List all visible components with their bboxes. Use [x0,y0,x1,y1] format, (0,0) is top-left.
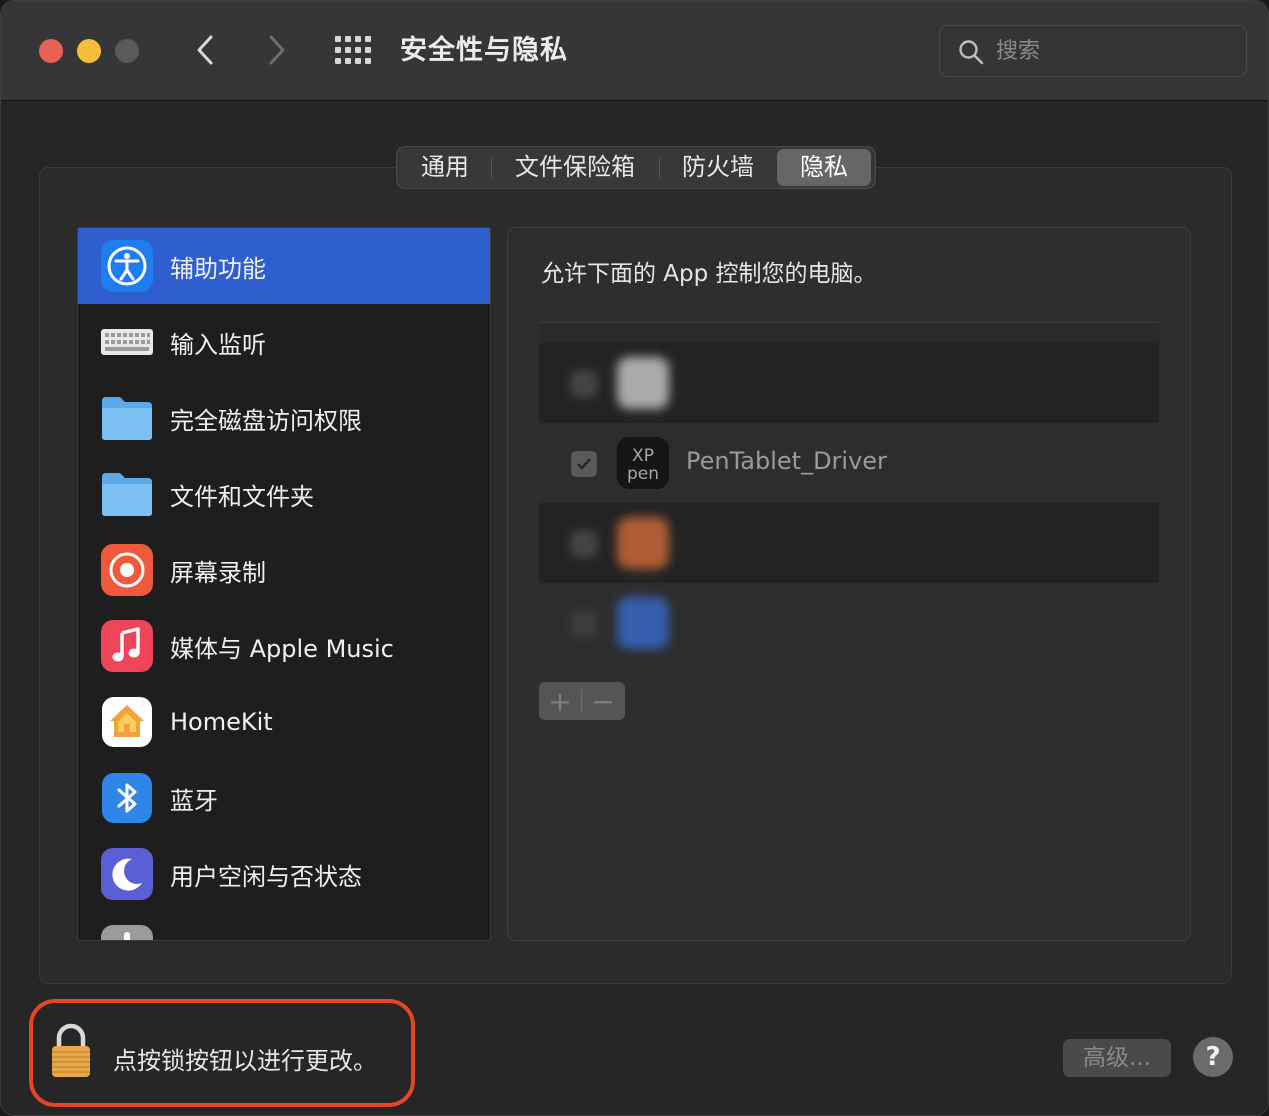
sidebar-item-full-disk-access[interactable]: 完全磁盘访问权限 [78,380,490,456]
svg-text:XP: XP [632,446,654,466]
sidebar-item-media-apple-music[interactable]: 媒体与 Apple Music [78,608,490,684]
sidebar-item-label: 用户空闲与否状态 [170,862,362,891]
search-input[interactable] [996,26,1236,76]
tab-bar: 通用 文件保险箱 防火墙 隐私 [396,146,876,189]
folder-icon [100,467,154,521]
tab-filevault[interactable]: 文件保险箱 [491,149,659,186]
checkmark-icon [577,538,591,550]
bluetooth-icon [100,771,154,825]
sidebar-item-accessibility[interactable]: 辅助功能 [78,228,490,304]
svg-text:pen: pen [627,464,659,484]
app-icon [617,597,669,649]
zoom-button[interactable] [115,39,139,63]
lock-icon [52,1023,90,1077]
grid-icon [335,36,371,64]
sidebar-item-label: 屏幕录制 [170,558,266,587]
app-icon [100,924,154,940]
tab-privacy[interactable]: 隐私 [777,149,871,186]
app-row[interactable] [539,583,1159,663]
app-name: PenTablet_Driver [686,447,887,475]
xp-pen-app-icon: XP pen [617,437,669,489]
remove-button[interactable]: − [582,682,624,720]
help-button[interactable]: ? [1193,1037,1233,1077]
app-row[interactable] [539,343,1159,423]
music-icon [100,619,154,673]
sidebar-item-user-idle[interactable]: 用户空闲与否状态 [78,836,490,912]
app-permission-pane: 允许下面的 App 控制您的电脑。 XP pen PenTablet_Drive… [507,227,1191,941]
window-title: 安全性与隐私 [400,35,568,66]
lock-message: 点按锁按钮以进行更改。 [113,1047,377,1075]
app-icon [617,357,669,409]
folder-icon [100,391,154,445]
back-button[interactable] [185,29,225,71]
sidebar-item-label: 蓝牙 [170,786,218,815]
app-row[interactable] [539,503,1159,583]
sidebar-item-label: 输入监听 [170,330,266,359]
app-checkbox[interactable] [571,451,597,477]
app-row[interactable]: XP pen PenTablet_Driver [539,423,1159,503]
app-list[interactable]: XP pen PenTablet_Driver [539,322,1159,663]
app-checkbox[interactable] [571,371,597,397]
sidebar-item-label: HomeKit [170,708,273,736]
lock-button[interactable] [49,1023,93,1079]
accessibility-icon [100,239,154,293]
app-checkbox[interactable] [571,611,597,637]
sidebar-item-bluetooth[interactable]: 蓝牙 [78,760,490,836]
preferences-window: 安全性与隐私 通用 文件保险箱 防火墙 隐私 辅助功能 [0,0,1269,1116]
homekit-icon [100,695,154,749]
add-button[interactable]: + [539,682,581,720]
close-button[interactable] [39,39,63,63]
sidebar-item-label: 辅助功能 [170,254,266,283]
add-remove-control: + − [539,682,625,720]
minimize-button[interactable] [77,39,101,63]
app-checkbox[interactable] [571,531,597,557]
title-bar: 安全性与隐私 [1,1,1268,101]
forward-button[interactable] [257,29,297,71]
tab-general[interactable]: 通用 [399,149,491,186]
keyboard-icon [100,315,154,369]
sidebar-item-files-and-folders[interactable]: 文件和文件夹 [78,456,490,532]
chevron-right-icon [269,35,285,65]
tab-firewall[interactable]: 防火墙 [659,149,777,186]
privacy-category-list[interactable]: 辅助功能 输入监听 完全磁盘访问权限 文件和文件夹 屏幕录制 媒体与 Apple… [77,227,491,941]
chevron-left-icon [197,35,213,65]
search-field[interactable] [939,25,1247,77]
app-icon [617,517,669,569]
screen-recording-icon [100,543,154,597]
sidebar-item-partial[interactable] [78,912,490,940]
checkmark-icon [577,458,591,470]
checkmark-icon [577,378,591,390]
sidebar-item-label: 文件和文件夹 [170,482,314,511]
sidebar-item-screen-recording[interactable]: 屏幕录制 [78,532,490,608]
sidebar-item-label: 完全磁盘访问权限 [170,406,362,435]
search-icon [959,40,984,65]
sidebar-item-homekit[interactable]: HomeKit [78,684,490,760]
moon-icon [100,847,154,901]
pane-description: 允许下面的 App 控制您的电脑。 [541,261,877,287]
sidebar-item-input-monitoring[interactable]: 输入监听 [78,304,490,380]
advanced-button[interactable]: 高级... [1063,1039,1171,1077]
sidebar-item-label: 媒体与 Apple Music [170,634,394,663]
show-all-button[interactable] [334,35,372,65]
